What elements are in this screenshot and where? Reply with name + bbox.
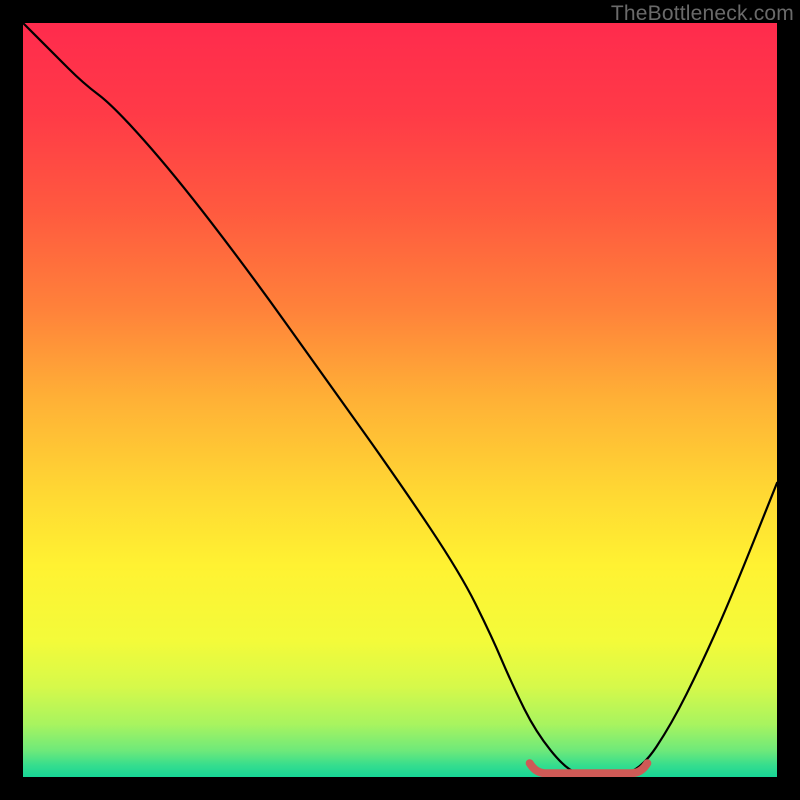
gradient-background <box>23 23 777 777</box>
bottleneck-chart <box>23 23 777 777</box>
watermark-text: TheBottleneck.com <box>611 2 794 26</box>
chart-frame <box>23 23 777 777</box>
